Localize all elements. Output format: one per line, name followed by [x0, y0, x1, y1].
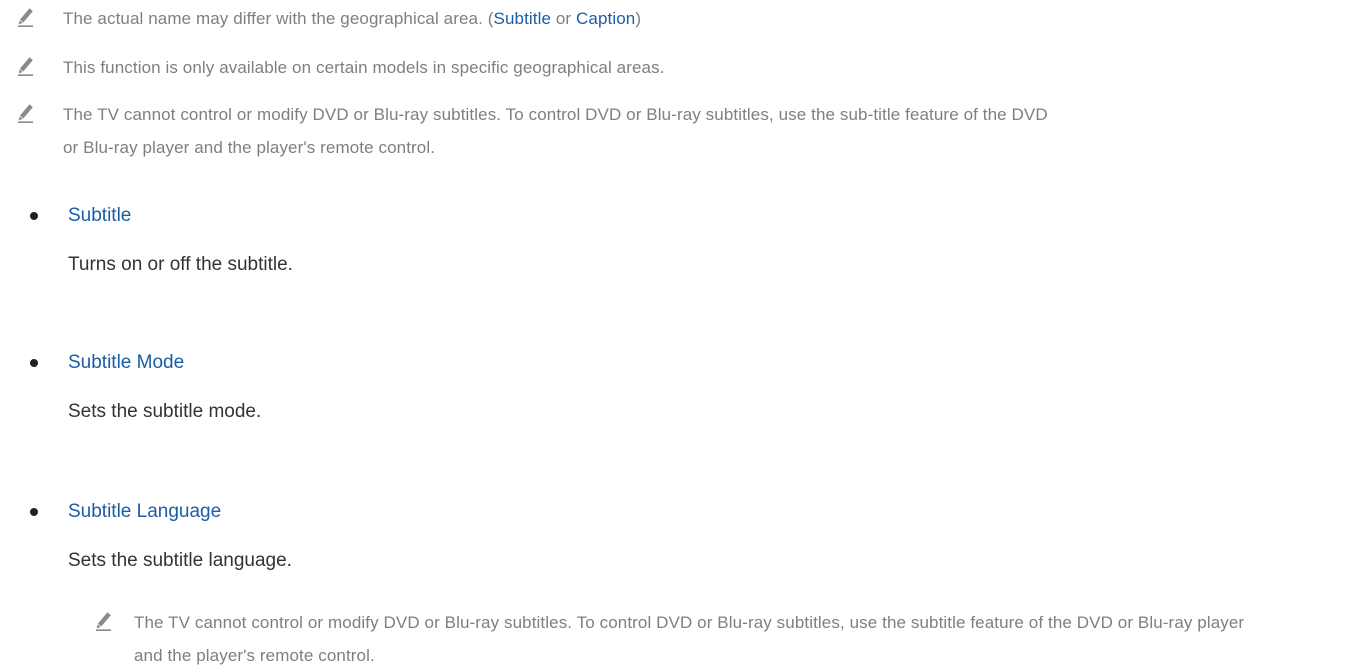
- note-text: The TV cannot control or modify DVD or B…: [134, 613, 1245, 665]
- note-text-after: ): [635, 9, 642, 28]
- note-text: This function is only available on certa…: [63, 58, 665, 77]
- pencil-icon: [18, 104, 33, 123]
- note-text: The actual name may differ with the geog…: [63, 2, 641, 35]
- pencil-icon: [96, 612, 111, 631]
- subtitle-link[interactable]: Subtitle: [494, 9, 552, 28]
- item-desc-subtitle-mode: Sets the subtitle mode.: [68, 401, 262, 422]
- note-availability: This function is only available on certa…: [18, 51, 665, 84]
- pencil-icon: [18, 8, 33, 27]
- bullet-icon: [30, 212, 38, 220]
- item-title-subtitle-mode[interactable]: Subtitle Mode: [68, 348, 184, 378]
- note-geographic-name: The actual name may differ with the geog…: [18, 2, 641, 35]
- item-desc-subtitle-language: Sets the subtitle language.: [68, 550, 292, 571]
- note-text-before: The actual name may differ with the geog…: [63, 9, 494, 28]
- pencil-icon: [18, 57, 33, 76]
- note-joiner: or: [551, 9, 577, 28]
- item-title-subtitle[interactable]: Subtitle: [68, 201, 131, 231]
- item-desc-subtitle: Turns on or off the subtitle.: [68, 254, 293, 275]
- caption-link[interactable]: Caption: [576, 9, 635, 28]
- bullet-icon: [30, 508, 38, 516]
- sub-note-dvd-subtitles: The TV cannot control or modify DVD or B…: [96, 606, 1254, 672]
- bullet-icon: [30, 359, 38, 367]
- item-title-subtitle-language[interactable]: Subtitle Language: [68, 497, 221, 527]
- note-text: The TV cannot control or modify DVD or B…: [63, 105, 1048, 157]
- note-dvd-subtitles: The TV cannot control or modify DVD or B…: [18, 98, 1063, 164]
